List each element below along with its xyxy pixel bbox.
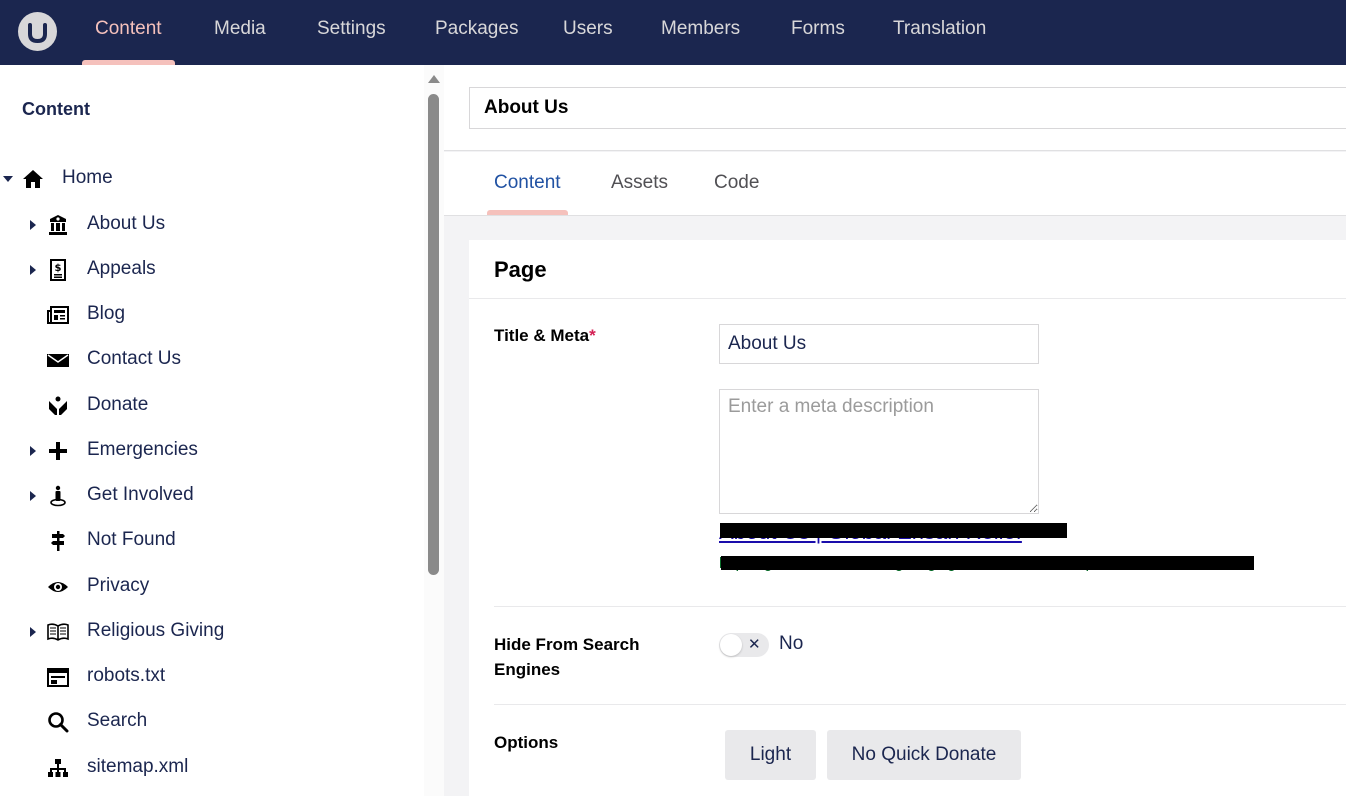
redaction-bar	[721, 556, 1254, 570]
node-name-input[interactable]	[469, 87, 1346, 129]
tab-content[interactable]: Content	[494, 172, 561, 194]
page-properties-panel: Page Title & Meta* About Us | Global Ehs…	[469, 240, 1346, 800]
tree-item-label: Get Involved	[87, 484, 194, 505]
nav-content[interactable]: Content	[95, 0, 162, 65]
caret-right-icon[interactable]	[30, 491, 36, 501]
caret-down-icon[interactable]	[3, 176, 13, 182]
nav-media[interactable]: Media	[214, 0, 266, 65]
nav-members[interactable]: Members	[661, 0, 740, 65]
caret-right-icon[interactable]	[30, 265, 36, 275]
tab-assets[interactable]: Assets	[611, 172, 668, 194]
tree-item-label: Contact Us	[87, 348, 181, 369]
title-meta-label-text: Title & Meta	[494, 326, 590, 345]
redaction-bar	[720, 523, 1067, 538]
content-editor: Content Assets Code Page Title & Meta* A…	[444, 65, 1346, 800]
panel-title: Page	[494, 257, 547, 282]
nav-settings[interactable]: Settings	[317, 0, 386, 65]
nav-packages[interactable]: Packages	[435, 0, 518, 65]
tree-item-contact-us[interactable]: Contact Us	[0, 345, 420, 375]
panel-divider	[469, 298, 1346, 299]
meta-description-textarea[interactable]	[719, 389, 1039, 514]
caret-right-icon[interactable]	[30, 220, 36, 230]
tree-item-label: Not Found	[87, 529, 176, 550]
title-meta-label: Title & Meta*	[494, 323, 596, 348]
scroll-up-arrow-icon[interactable]	[428, 75, 440, 83]
donate-hands-icon	[49, 396, 67, 415]
tree-item-not-found[interactable]: Not Found	[0, 526, 420, 556]
receipt-dollar-icon: $	[50, 259, 66, 281]
sidebar-scrollbar-thumb[interactable]	[428, 94, 439, 575]
tree-item-sitemap-xml[interactable]: sitemap.xml	[0, 753, 420, 783]
nav-forms[interactable]: Forms	[791, 0, 845, 65]
close-icon: ✕	[748, 636, 761, 653]
tree-item-label: Emergencies	[87, 439, 198, 460]
nav-translation[interactable]: Translation	[893, 0, 986, 65]
meta-title-input[interactable]	[719, 324, 1039, 364]
hide-from-search-toggle[interactable]: ✕	[719, 633, 769, 657]
tree-item-label: Home	[62, 167, 113, 188]
tab-code[interactable]: Code	[714, 172, 759, 194]
tree-item-label: Donate	[87, 394, 149, 415]
tree-item-label: Search	[87, 710, 148, 731]
tree-item-privacy[interactable]: Privacy	[0, 572, 420, 602]
svg-text:$: $	[55, 263, 62, 274]
tree-item-appeals[interactable]: $ Appeals	[0, 255, 420, 285]
hide-from-search-label: Hide From Search Engines	[494, 635, 640, 679]
home-icon	[23, 170, 43, 188]
tree-item-about-us[interactable]: About Us	[0, 210, 420, 240]
newspaper-icon	[47, 306, 69, 324]
toggle-state-label: No	[779, 633, 804, 654]
row-divider	[494, 704, 1346, 705]
caret-right-icon[interactable]	[30, 627, 36, 637]
tree-item-label: Appeals	[87, 258, 156, 279]
tree-item-robots-txt[interactable]: robots.txt	[0, 662, 420, 692]
sidebar-title: Content	[22, 99, 90, 119]
required-marker: *	[589, 326, 596, 345]
bank-icon	[49, 215, 67, 235]
tree-item-donate[interactable]: Donate	[0, 391, 420, 421]
tree-item-label: Religious Giving	[87, 620, 225, 641]
tree-item-emergencies[interactable]: Emergencies	[0, 436, 420, 466]
sitemap-icon	[48, 759, 68, 777]
toggle-knob	[720, 634, 742, 656]
tree-item-home[interactable]: Home	[0, 164, 420, 194]
tree-item-label: Blog	[87, 303, 126, 324]
document-window-icon	[47, 668, 69, 687]
option-no-quick-donate-button[interactable]: No Quick Donate	[827, 730, 1021, 780]
tree-item-label: robots.txt	[87, 665, 166, 686]
tree-item-label: sitemap.xml	[87, 756, 189, 777]
envelope-icon	[47, 354, 69, 367]
book-open-icon	[47, 623, 69, 641]
tree-item-search[interactable]: Search	[0, 707, 420, 737]
tree-item-get-involved[interactable]: Get Involved	[0, 481, 420, 511]
tree-item-label: Privacy	[87, 575, 150, 596]
content-tree-sidebar: Content Home About Us $ Appeals Blog Con…	[0, 65, 444, 796]
caret-right-icon[interactable]	[30, 446, 36, 456]
person-standing-icon	[50, 485, 66, 507]
umbraco-logo-icon[interactable]	[18, 12, 57, 51]
editor-header	[444, 65, 1346, 151]
nav-users[interactable]: Users	[563, 0, 613, 65]
signpost-icon	[51, 531, 65, 551]
editor-tabs: Content Assets Code	[444, 152, 1346, 216]
tab-active-indicator	[487, 210, 568, 215]
eye-icon	[48, 582, 68, 592]
top-navigation-bar: Content Media Settings Packages Users Me…	[0, 0, 1346, 65]
tree-item-religious-giving[interactable]: Religious Giving	[0, 617, 420, 647]
plus-icon	[49, 442, 67, 460]
row-divider	[494, 606, 1346, 607]
option-light-button[interactable]: Light	[725, 730, 816, 780]
options-label: Options	[494, 733, 559, 752]
tree-item-blog[interactable]: Blog	[0, 300, 420, 330]
tree-item-label: About Us	[87, 213, 166, 234]
search-icon	[48, 712, 69, 733]
